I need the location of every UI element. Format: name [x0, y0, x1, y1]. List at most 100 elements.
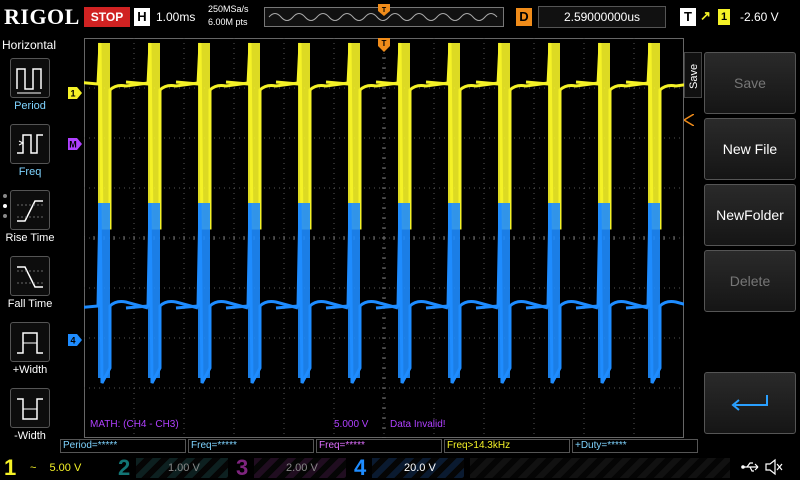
measurement-result-4[interactable]: Freq>14.3kHz [444, 439, 570, 453]
save-menu-tab[interactable]: Save [684, 52, 702, 98]
math-offset-marker-icon[interactable]: M [68, 138, 82, 150]
svg-text:M: M [69, 140, 77, 150]
graticule [84, 38, 684, 438]
ch4-pulse-band [498, 203, 510, 378]
waveform-display[interactable] [84, 38, 684, 438]
usb-icon [741, 462, 759, 472]
rising-edge-icon: ↗ [700, 8, 711, 23]
save-button[interactable]: Save [704, 52, 796, 114]
ch1-pulse-band [248, 43, 260, 228]
measure-negative-width-label: -Width [14, 430, 46, 442]
ch1-offset-marker-icon[interactable]: 1 [68, 87, 82, 99]
ch1-number[interactable]: 1 [4, 455, 16, 480]
measurement-result-1[interactable]: Period=***** [60, 439, 186, 453]
period-icon [10, 58, 50, 98]
delete-button[interactable]: Delete [704, 250, 796, 312]
ch4-settings[interactable]: 20.0 V [372, 458, 464, 478]
ch1-settings[interactable]: ~ 5.00 V [24, 458, 110, 478]
save-menu-tab-label: Save [688, 63, 700, 89]
ch4-offset-marker-icon[interactable]: 4 [68, 334, 82, 346]
svg-text:T: T [382, 7, 387, 14]
ch1-pulse-band [548, 43, 560, 228]
ch4-pulse-band [648, 203, 660, 378]
trigger-indicator: T [680, 8, 696, 26]
status-bar-filler [470, 458, 730, 478]
measure-fall-time-label: Fall Time [7, 298, 53, 310]
top-status-bar: RIGOL STOP H 1.00ms 250MSa/s 6.00M pts T… [0, 0, 800, 36]
ch4-pulse-band [598, 203, 610, 378]
ac-coupling-icon: ~ [30, 462, 37, 474]
ch2-scale: 1.00 V [168, 462, 200, 474]
ch4-pulse-band [398, 203, 410, 378]
ch4-pulse-band [248, 203, 260, 378]
sample-rate: 250MSa/s [208, 4, 249, 14]
measure-period-label: Period [14, 100, 46, 112]
ch1-pulse-band [648, 43, 660, 228]
measure-positive-width-label: +Width [12, 364, 48, 376]
trigger-source: 1 [718, 9, 730, 25]
ch2-settings[interactable]: 1.00 V [136, 458, 228, 478]
ch1-pulse-band [298, 43, 310, 228]
measure-positive-width[interactable]: +Width [0, 322, 60, 386]
ch4-pulse-band [198, 203, 210, 378]
trigger-level-value[interactable]: -2.60 V [740, 10, 779, 24]
trigger-time-marker-icon[interactable]: T [378, 38, 390, 52]
horizontal-indicator: H [134, 8, 150, 26]
svg-text:1: 1 [70, 89, 75, 99]
measure-freq[interactable]: Freq [0, 124, 60, 188]
measure-period[interactable]: Period [0, 58, 60, 122]
ch4-pulse-band [98, 203, 110, 378]
channel-status-bar: 1 ~ 5.00 V 2 1.00 V 3 2.00 V 4 20.0 V [0, 454, 800, 480]
ch4-pulse-band [148, 203, 160, 378]
new-folder-button[interactable]: NewFolder [704, 184, 796, 246]
svg-text:T: T [382, 39, 387, 48]
ch1-pulse-band [98, 43, 110, 228]
ch1-pulse-band [498, 43, 510, 228]
ch4-pulse-band [298, 203, 310, 378]
ch1-pulse-band [448, 43, 460, 228]
ch4-pulse-band [348, 203, 360, 378]
measure-category-title: Horizontal [2, 38, 57, 52]
speaker-muted-icon[interactable] [764, 458, 784, 476]
ch2-number[interactable]: 2 [118, 455, 130, 480]
measure-rise-time[interactable]: Rise Time [0, 190, 60, 254]
timebase-value[interactable]: 1.00ms [156, 10, 195, 24]
ch4-pulse-band [548, 203, 560, 378]
measure-rise-time-label: Rise Time [5, 232, 55, 244]
measure-freq-label: Freq [18, 166, 42, 178]
math-status: Data Invalid! [390, 419, 446, 430]
svg-text:4: 4 [70, 336, 75, 346]
ch1-pulse-band [148, 43, 160, 228]
ch1-pulse-band [398, 43, 410, 228]
ch4-number[interactable]: 4 [354, 455, 366, 480]
ch1-pulse-band [348, 43, 360, 228]
trigger-level-marker-icon[interactable] [684, 114, 694, 126]
ch3-number[interactable]: 3 [236, 455, 248, 480]
math-scale: 5.000 V [334, 419, 369, 430]
fall-time-icon [10, 256, 50, 296]
enter-button[interactable] [704, 372, 796, 434]
new-file-button[interactable]: New File [704, 118, 796, 180]
math-expression: MATH: (CH4 - CH3) [90, 419, 179, 430]
ch4-pulse-band [448, 203, 460, 378]
ch3-settings[interactable]: 2.00 V [254, 458, 346, 478]
measure-negative-width[interactable]: -Width [0, 388, 60, 452]
ch1-pulse-band [598, 43, 610, 228]
ch4-scale: 20.0 V [404, 462, 436, 474]
positive-width-icon [10, 322, 50, 362]
ch1-pulse-band [198, 43, 210, 228]
delay-value[interactable]: 2.59000000us [538, 6, 666, 28]
negative-width-icon [10, 388, 50, 428]
delay-indicator: D [516, 8, 532, 26]
run-stop-status[interactable]: STOP [84, 7, 130, 27]
enter-icon [731, 395, 768, 411]
measure-fall-time[interactable]: Fall Time [0, 256, 60, 320]
ch3-scale: 2.00 V [286, 462, 318, 474]
measurement-result-3[interactable]: Freq=***** [316, 439, 442, 453]
measurement-result-5[interactable]: +Duty=***** [572, 439, 698, 453]
rise-time-icon [10, 190, 50, 230]
trigger-position-marker-icon: T [378, 4, 390, 16]
memory-depth: 6.00M pts [208, 17, 248, 27]
measurement-result-2[interactable]: Freq=***** [188, 439, 314, 453]
measure-panel: Horizontal Period Freq Rise Time Fall Ti… [0, 36, 60, 452]
